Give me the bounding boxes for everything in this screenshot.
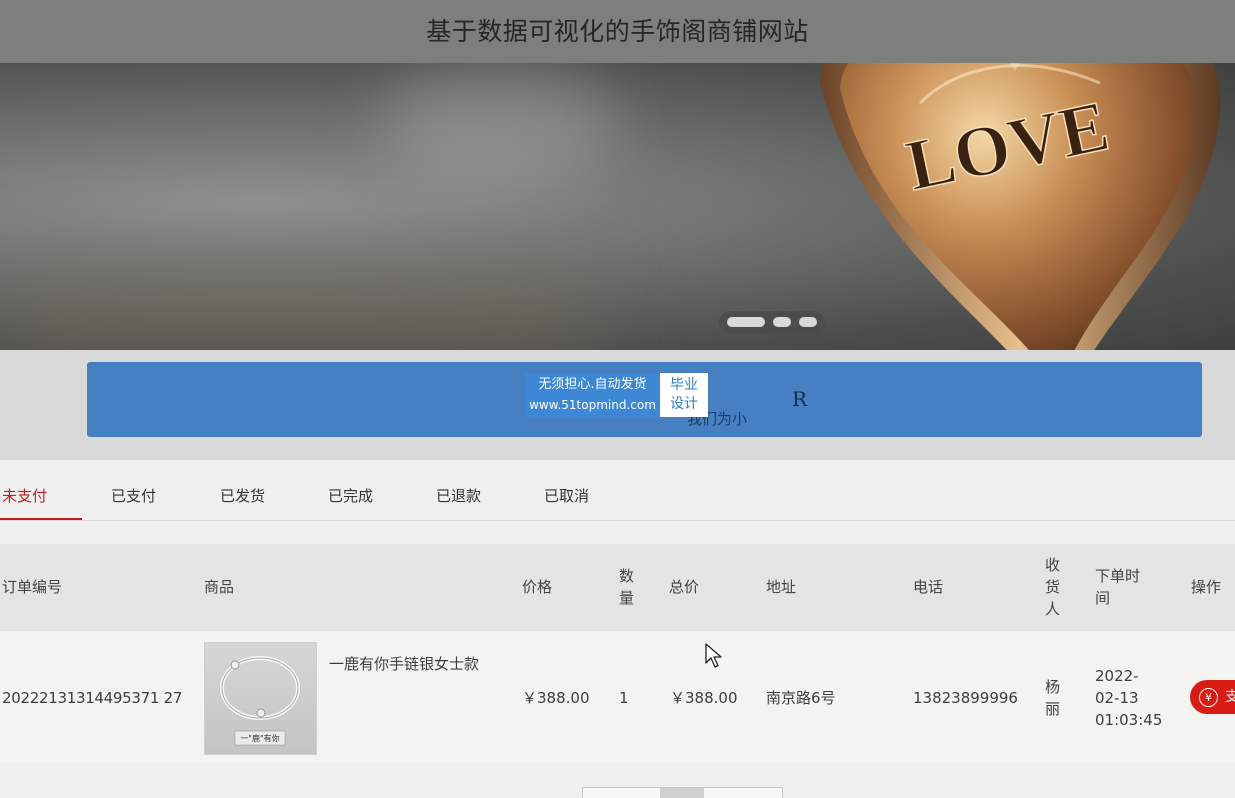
order-status-tabs: 未支付 已支付 已发货 已完成 已退款 已取消 [0, 470, 1235, 521]
pay-button[interactable]: ¥ 支 [1190, 680, 1235, 714]
watermark-badge-line-1: 毕业 [670, 377, 698, 393]
carousel-dot-1[interactable] [727, 317, 765, 327]
order-number: 20222131314495371 27 [2, 689, 183, 707]
tab-paid[interactable]: 已支付 [111, 470, 156, 520]
notice-text: R [792, 387, 808, 411]
col-phone: 电话 [913, 578, 944, 596]
watermark-url: www.51topmind.com [529, 398, 656, 412]
banner-shadow [0, 263, 600, 350]
phone-number: 13823899996 [913, 689, 1018, 707]
shipping-address: 南京路6号 [766, 689, 836, 707]
quantity: 1 [619, 689, 629, 707]
col-action: 操作 [1191, 578, 1222, 596]
col-address: 地址 [766, 578, 797, 596]
total-price: ￥388.00 [670, 689, 738, 707]
col-qty: 数 量 [619, 567, 635, 607]
col-product: 商品 [204, 578, 235, 596]
love-heart-image: LOVE [820, 63, 1221, 350]
col-price: 价格 [522, 578, 553, 596]
watermark-text: 无须担心.自动发货 www.51topmind.com [525, 373, 660, 417]
col-total: 总价 [669, 578, 700, 596]
product-name[interactable]: 一鹿有你手链银女士款 [329, 653, 479, 675]
watermark-badge-line-2: 设计 [670, 396, 698, 412]
watermark-badge: 毕业 设计 [660, 373, 708, 417]
unit-price: ￥388.00 [522, 689, 590, 707]
active-tab-indicator [0, 518, 82, 520]
product-thumbnail[interactable]: 一"鹿"有你 [204, 642, 317, 755]
carousel-dot-2[interactable] [773, 317, 791, 327]
thumbnail-caption: 一"鹿"有你 [240, 733, 279, 743]
site-title: 基于数据可视化的手饰阁商铺网站 [426, 17, 809, 46]
yen-icon: ¥ [1199, 687, 1218, 707]
banner-highlight [380, 63, 620, 183]
col-order-no: 订单编号 [2, 578, 63, 596]
tab-refunded[interactable]: 已退款 [436, 470, 481, 520]
watermark-overlay: 无须担心.自动发货 www.51topmind.com 毕业 设计 [525, 373, 708, 417]
tab-shipped[interactable]: 已发货 [220, 470, 265, 520]
col-order-time: 下单时 间 [1095, 567, 1141, 607]
site-header: 基于数据可视化的手饰阁商铺网站 [0, 0, 1235, 63]
tab-unpaid[interactable]: 未支付 [2, 470, 47, 520]
watermark-line-1: 无须担心.自动发货 [538, 377, 647, 392]
tab-completed[interactable]: 已完成 [328, 470, 373, 520]
order-time: 2022- 02-13 01:03:45 [1095, 667, 1163, 729]
banner-carousel[interactable]: LOVE [0, 63, 1235, 350]
carousel-dot-3[interactable] [799, 317, 817, 327]
col-receiver: 收 货 人 [1045, 556, 1061, 618]
mouse-cursor-icon [705, 643, 722, 668]
pagination-current-page[interactable] [660, 788, 704, 798]
pay-button-label: 支 [1225, 689, 1235, 705]
table-row: 20222131314495371 27 一"鹿"有你 一鹿有你手链银女士款 ￥… [0, 631, 1235, 762]
receiver-name: 杨 丽 [1045, 678, 1061, 718]
pagination[interactable] [582, 787, 783, 798]
table-header: 订单编号 商品 价格 数 量 总价 地址 电话 收 货 人 下单时 间 操作 [0, 544, 1235, 631]
carousel-indicators [719, 311, 825, 333]
bracelet-image: 一"鹿"有你 [220, 656, 300, 746]
tab-cancelled[interactable]: 已取消 [544, 470, 589, 520]
